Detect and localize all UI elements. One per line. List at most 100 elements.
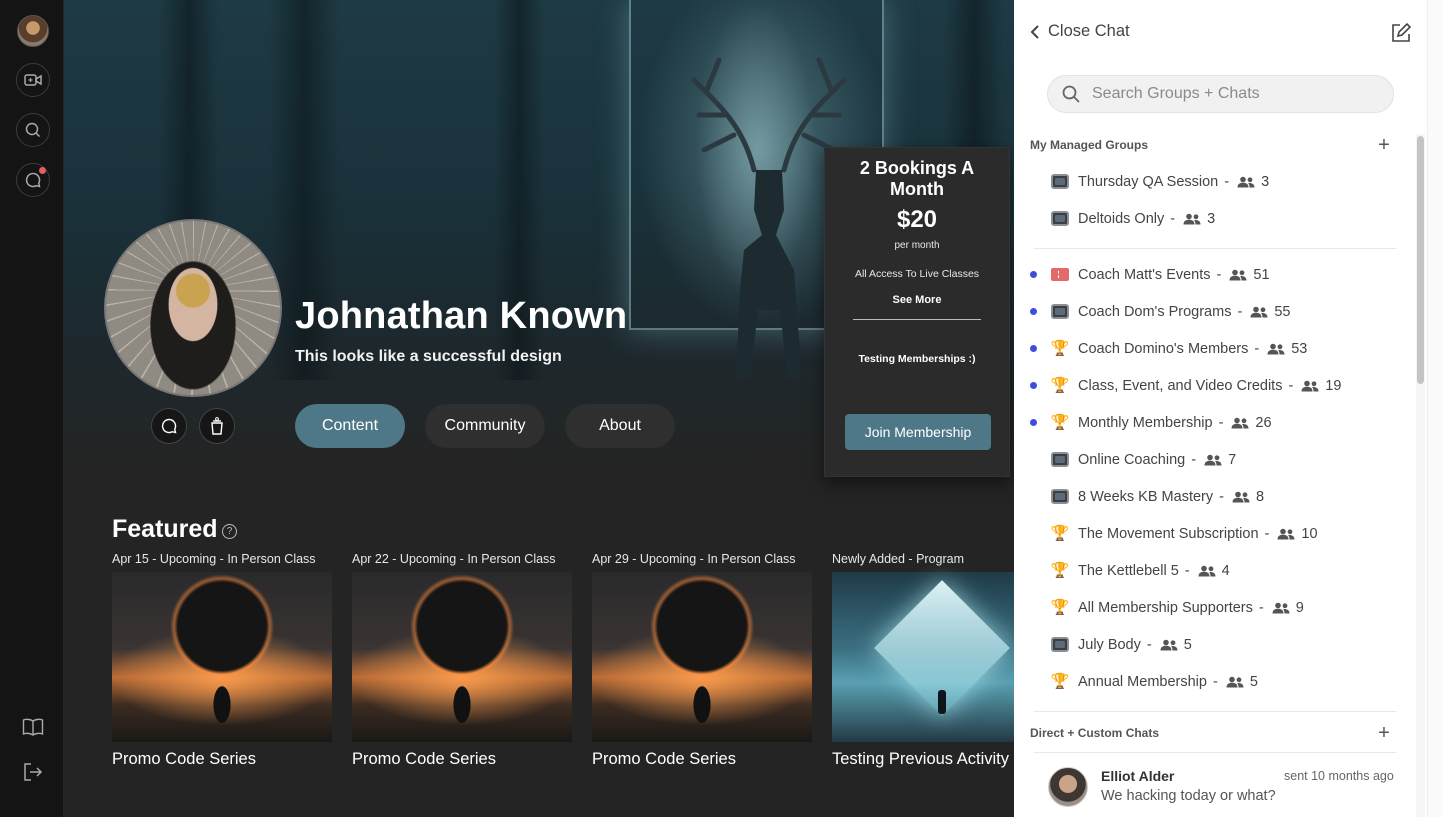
separator: - (1237, 303, 1243, 320)
add-chat-button[interactable]: + (1376, 723, 1392, 743)
group-list-item[interactable]: 🏆 Annual Membership - 5 (1014, 663, 1414, 700)
separator: - (1264, 525, 1270, 542)
user-avatar[interactable] (17, 15, 49, 47)
member-count: 10 (1301, 525, 1318, 542)
member-count: 51 (1253, 266, 1270, 283)
divider (853, 319, 981, 320)
featured-card[interactable]: Apr 29 - Upcoming - In Person Class Prom… (592, 552, 812, 769)
people-icon (1229, 269, 1247, 280)
avatar (1048, 767, 1088, 807)
compose-icon[interactable] (1390, 22, 1412, 44)
group-type-icon: 🏆 (1050, 562, 1070, 580)
unread-dot (1030, 419, 1037, 426)
group-list-item[interactable]: 🏆 The Kettlebell 5- 4 (1014, 552, 1414, 589)
group-label: Online Coaching - 7 (1078, 452, 1236, 468)
group-list-item[interactable]: 🏆 The Movement Subscription - 10 (1014, 515, 1414, 552)
group-list-item[interactable]: July Body - 5 (1014, 626, 1414, 663)
direct-chat-item[interactable]: Elliot Alder sent 10 months ago We hacki… (1014, 757, 1414, 817)
book-icon[interactable] (20, 714, 46, 740)
separator: - (1218, 414, 1224, 431)
group-list-item[interactable]: 🏆 Monthly Membership - 26 (1014, 404, 1414, 441)
separator: - (1224, 173, 1230, 190)
member-count: 3 (1207, 210, 1216, 227)
tip-button[interactable] (199, 408, 235, 444)
message-button[interactable] (151, 408, 187, 444)
membership-title: 2 Bookings A Month (859, 158, 975, 199)
profile-name: Johnathan Known (295, 295, 628, 337)
member-count: 55 (1274, 303, 1291, 320)
chat-bubble-icon (161, 418, 177, 434)
group-label: The Kettlebell 5- 4 (1078, 563, 1230, 579)
help-icon[interactable]: ? (222, 524, 237, 539)
people-icon (1267, 343, 1285, 354)
group-list-item[interactable]: 🏆 Coach Domino's Members - 53 (1014, 330, 1414, 367)
group-list-item[interactable]: 8 Weeks KB Mastery - 8 (1014, 478, 1414, 515)
member-count: 7 (1228, 451, 1237, 468)
featured-card[interactable]: Apr 22 - Upcoming - In Person Class Prom… (352, 552, 572, 769)
join-membership-button[interactable]: Join Membership (845, 414, 991, 450)
member-count: 26 (1255, 414, 1272, 431)
group-label: Monthly Membership - 26 (1078, 415, 1272, 431)
chat-header: Close Chat (1014, 0, 1443, 66)
group-name: Monthly Membership (1078, 414, 1213, 431)
search-icon[interactable] (16, 113, 50, 147)
tab-community[interactable]: Community (425, 404, 545, 448)
group-list-item[interactable]: Thursday QA Session - 3 (1014, 163, 1414, 200)
group-name: The Movement Subscription (1078, 525, 1259, 542)
card-meta: Apr 15 - Upcoming - In Person Class (112, 552, 316, 566)
chat-panel: Close Chat My Managed Groups + Thursday … (1014, 0, 1443, 817)
managed-groups-heading: My Managed Groups (1030, 138, 1149, 152)
member-count: 19 (1325, 377, 1342, 394)
add-group-button[interactable]: + (1376, 135, 1392, 155)
tip-jar-icon (211, 417, 223, 435)
group-list-item[interactable]: Deltoids Only - 3 (1014, 200, 1414, 237)
search-input[interactable] (1092, 85, 1372, 103)
divider (1034, 711, 1396, 712)
group-list-item[interactable]: 🏆 Class, Event, and Video Credits - 19 (1014, 367, 1414, 404)
tv-icon (1051, 211, 1069, 226)
group-name: July Body (1078, 636, 1141, 653)
group-type-icon (1050, 636, 1070, 654)
group-name: Deltoids Only (1078, 210, 1165, 227)
chat-last-message: We hacking today or what? (1101, 788, 1276, 804)
group-label: The Movement Subscription - 10 (1078, 526, 1318, 542)
group-list-item[interactable]: 🏆 All Membership Supporters - 9 (1014, 589, 1414, 626)
logout-icon[interactable] (20, 759, 46, 785)
chat-icon[interactable] (16, 163, 50, 197)
trophy-icon: 🏆 (1050, 599, 1070, 616)
close-chat-button[interactable]: Close Chat (1030, 22, 1130, 41)
group-name: The Kettlebell 5 (1078, 562, 1179, 579)
separator: - (1170, 210, 1176, 227)
scrollbar-thumb[interactable] (1417, 136, 1424, 384)
group-name: Annual Membership (1078, 673, 1207, 690)
tab-about[interactable]: About (565, 404, 675, 448)
people-icon (1183, 213, 1201, 224)
group-list-item[interactable]: Online Coaching - 7 (1014, 441, 1414, 478)
group-list-item[interactable]: Coach Dom's Programs - 55 (1014, 293, 1414, 330)
group-name: Online Coaching (1078, 451, 1186, 468)
people-icon (1301, 380, 1319, 391)
group-list-item[interactable]: Coach Matt's Events - 51 (1014, 256, 1414, 293)
divider (1034, 248, 1396, 249)
chat-search[interactable] (1047, 75, 1394, 113)
group-name: Coach Domino's Members (1078, 340, 1249, 357)
trophy-icon: 🏆 (1050, 525, 1070, 542)
see-more-link[interactable]: See More (825, 294, 1009, 306)
group-name: Class, Event, and Video Credits (1078, 377, 1283, 394)
trophy-icon: 🏆 (1050, 340, 1070, 357)
separator: - (1216, 266, 1222, 283)
search-icon (1062, 85, 1080, 103)
member-count: 5 (1183, 636, 1192, 653)
tab-content[interactable]: Content (295, 404, 405, 448)
group-type-icon: 🏆 (1050, 340, 1070, 358)
profile-avatar (104, 219, 282, 397)
featured-card[interactable]: Newly Added - Program Testing Previous A… (832, 552, 1014, 769)
scrollbar[interactable] (1416, 134, 1425, 817)
featured-card[interactable]: Apr 15 - Upcoming - In Person Class Prom… (112, 552, 332, 769)
member-count: 5 (1249, 673, 1258, 690)
profile-tagline: This looks like a successful design (295, 348, 562, 365)
group-type-icon (1050, 488, 1070, 506)
chat-contact-name: Elliot Alder (1101, 768, 1175, 784)
panel-edge (1427, 0, 1443, 817)
video-icon[interactable] (16, 63, 50, 97)
